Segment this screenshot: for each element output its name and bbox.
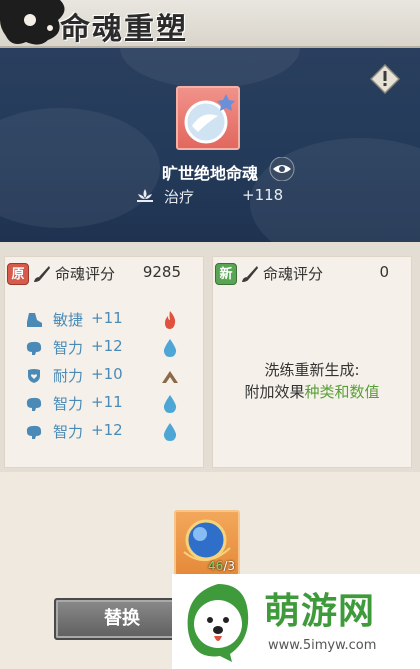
- material-count: 46/3: [208, 559, 235, 573]
- water-gem-icon: [163, 423, 177, 441]
- title-bar: 命魂重塑: [0, 0, 420, 48]
- material-need: 3: [227, 559, 235, 573]
- attribute-value: +12: [91, 337, 123, 355]
- reroll-line-1: 洗练重新生成:: [264, 361, 360, 379]
- water-gem-icon: [163, 395, 177, 413]
- new-score-label: 命魂评分: [263, 265, 324, 283]
- watermark-url: www.5imyw.com: [268, 638, 377, 653]
- brain-icon: [26, 397, 42, 411]
- attribute-value: +12: [91, 421, 123, 439]
- earth-gem-icon: [162, 371, 178, 383]
- reroll-material-slot[interactable]: 46/3: [174, 510, 240, 576]
- attribute-row: 耐力 +10: [25, 365, 195, 387]
- page-title: 命魂重塑: [60, 12, 188, 47]
- comparison-section: 原 命魂评分 9285 敏捷 +11 智力 +12 耐力 +10 智力 +11 …: [0, 242, 420, 472]
- original-header: 原 命魂评分 9285: [5, 257, 203, 287]
- stat-name: 治疗: [164, 188, 195, 206]
- brain-icon: [26, 425, 42, 439]
- reroll-highlight: 种类和数值: [304, 383, 380, 401]
- reroll-description: 洗练重新生成: 附加效果种类和数值: [213, 359, 411, 403]
- shield-heart-icon: [28, 369, 40, 383]
- attribute-row: 敏捷 +11: [25, 309, 195, 331]
- water-gem-icon: [163, 339, 177, 357]
- boot-icon: [27, 313, 42, 327]
- soul-orb-icon: [184, 94, 235, 144]
- new-score: 0: [379, 263, 389, 281]
- info-diamond-icon[interactable]: [370, 64, 400, 94]
- fire-gem-icon: [165, 311, 176, 329]
- stat-value: +118: [242, 186, 284, 204]
- brush-icon: [34, 266, 50, 282]
- soul-item-icon[interactable]: [176, 86, 240, 150]
- attribute-row: 智力 +12: [25, 337, 195, 359]
- item-name: 旷世绝地命魂: [161, 164, 258, 183]
- watermark: 萌游网 www.5imyw.com: [172, 574, 420, 669]
- attribute-row: 智力 +11: [25, 393, 195, 415]
- material-have: 46: [208, 559, 224, 573]
- new-header: 新 命魂评分 0: [213, 257, 411, 287]
- action-area: 46/3 替换 萌游网 www.5imyw.com: [0, 472, 420, 669]
- brain-icon: [26, 341, 42, 355]
- attribute-value: +11: [91, 393, 123, 411]
- replace-button[interactable]: 替换: [54, 598, 190, 640]
- attribute-row: 智力 +12: [25, 421, 195, 443]
- reroll-line-2-prefix: 附加效果: [244, 383, 305, 401]
- eye-icon[interactable]: [268, 157, 296, 181]
- original-score-label: 命魂评分: [55, 265, 116, 283]
- attribute-name: 敏捷: [53, 311, 84, 329]
- brush-icon: [242, 266, 258, 282]
- item-info-panel: 旷世绝地命魂 治疗 +118: [0, 48, 420, 242]
- attribute-name: 智力: [53, 395, 84, 413]
- new-panel: 新 命魂评分 0 洗练重新生成: 附加效果种类和数值: [212, 256, 412, 468]
- original-score: 9285: [142, 263, 181, 281]
- original-panel: 原 命魂评分 9285 敏捷 +11 智力 +12 耐力 +10 智力 +11 …: [4, 256, 204, 468]
- watermark-brand: 萌游网: [264, 591, 376, 632]
- attribute-name: 耐力: [53, 367, 84, 385]
- dog-logo-icon: [187, 584, 249, 662]
- new-badge: 新: [215, 263, 237, 285]
- attribute-name: 智力: [53, 339, 84, 357]
- reroll-line-2: 附加效果种类和数值: [213, 381, 411, 403]
- lotus-heal-icon: [137, 189, 153, 202]
- attribute-name: 智力: [53, 423, 84, 441]
- attribute-value: +10: [91, 365, 123, 383]
- attribute-value: +11: [91, 309, 123, 327]
- original-badge: 原: [7, 263, 29, 285]
